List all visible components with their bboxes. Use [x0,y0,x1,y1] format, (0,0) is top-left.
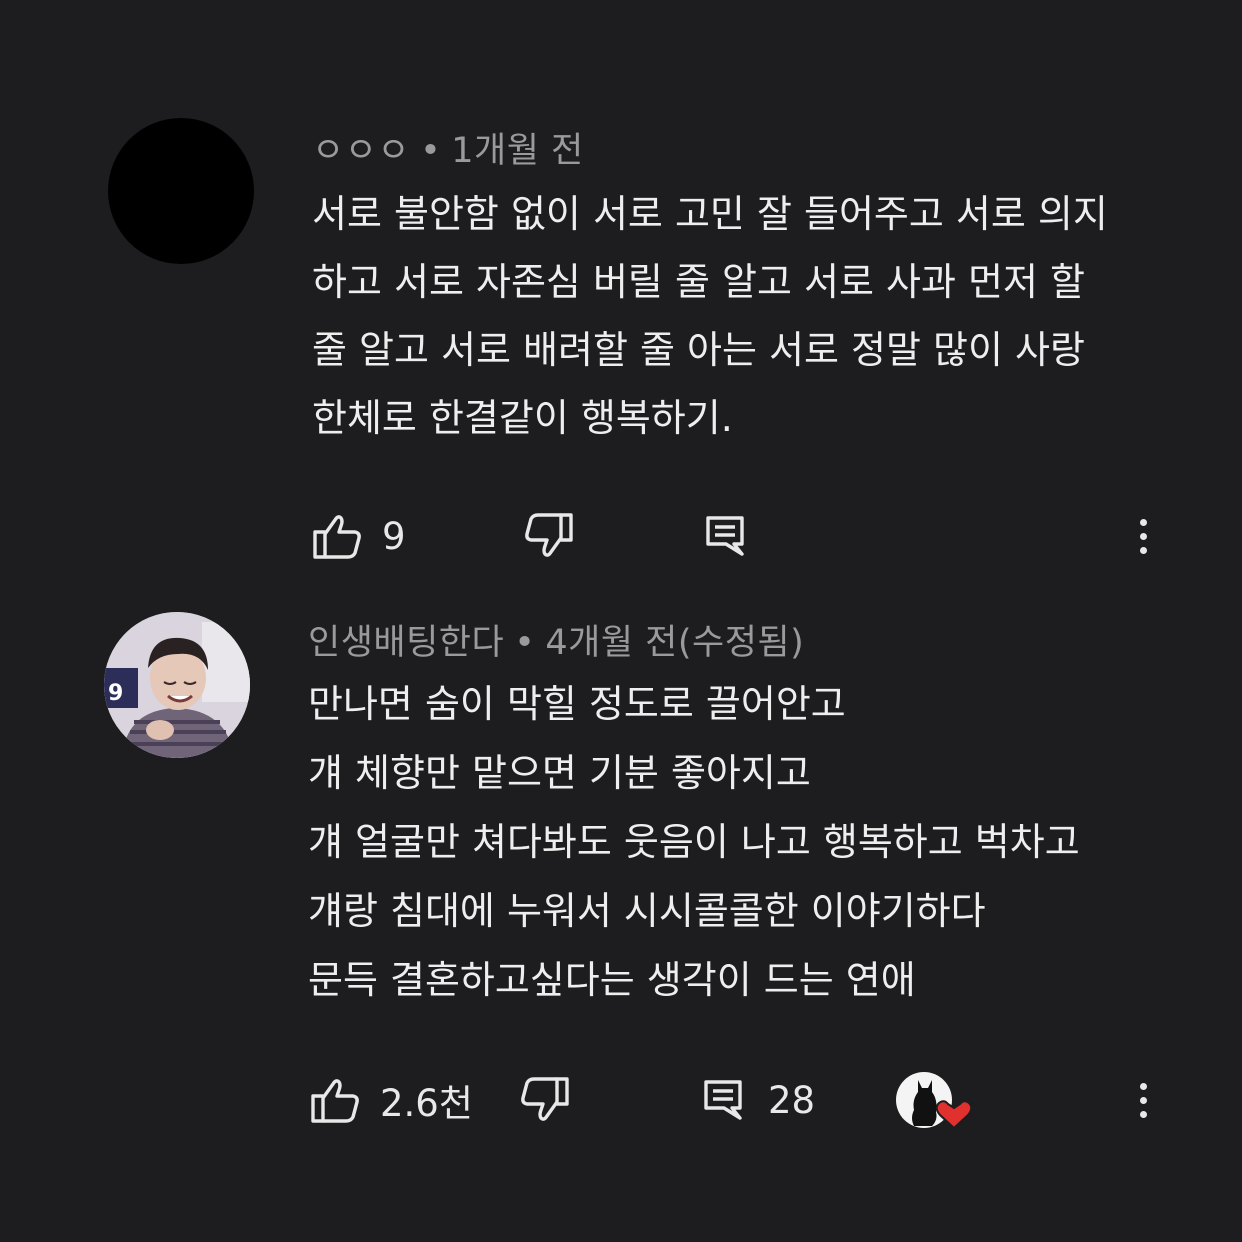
meta-separator: • [514,623,536,663]
comment-line: 하고 서로 자존심 버릴 줄 알고 서로 사과 먼저 할 [312,260,1085,304]
reply-button[interactable] [704,506,748,566]
meta-separator: • [420,131,442,171]
author-name[interactable]: ㅇㅇㅇ [312,131,410,171]
like-button[interactable]: 9 [312,506,406,566]
more-vertical-icon [1139,518,1147,526]
author-name[interactable]: 인생배팅한다 [308,623,504,663]
like-count: 2.6천 [380,1082,473,1125]
more-vertical-icon [1139,1082,1147,1090]
comment-meta: ㅇㅇㅇ • 1개월 전 [312,122,584,173]
comment-line: 만나면 숨이 막힐 정도로 끌어안고 [308,682,846,726]
thumbs-up-icon [310,1076,366,1124]
thumbs-up-icon [312,512,368,560]
thumbs-down-icon [518,512,574,560]
reply-count: 28 [768,1078,816,1122]
dislike-button[interactable] [518,506,574,566]
creator-heart-badge [892,1070,973,1130]
reply-icon [702,1076,746,1124]
comment-line: 서로 불안함 없이 서로 고민 잘 들어주고 서로 의지 [312,192,1108,236]
comment-meta: 인생배팅한다 • 4개월 전(수정됨) [308,614,804,665]
more-options-button[interactable] [1133,1070,1153,1130]
avatar[interactable]: 9 [104,612,250,758]
comment-time: 1개월 전 [451,131,584,171]
comment-text: 서로 불안함 없이 서로 고민 잘 들어주고 서로 의지 하고 서로 자존심 버… [312,180,1108,452]
thumbs-down-icon [514,1076,570,1124]
comment-line: 걔 얼굴만 쳐다봐도 웃음이 나고 행복하고 벅차고 [308,820,1080,864]
reply-button[interactable]: 28 [702,1070,815,1130]
reply-icon [704,512,748,560]
comment-line: 걔랑 침대에 누워서 시시콜콜한 이야기하다 [308,889,986,933]
comment-text: 만나면 숨이 막힐 정도로 끌어안고 걔 체향만 맡으면 기분 좋아지고 걔 얼… [308,670,1080,1015]
comment-line: 줄 알고 서로 배려할 줄 아는 서로 정말 많이 사랑 [312,328,1085,372]
creator-heart-icon [892,1072,973,1136]
svg-text:9: 9 [108,681,123,706]
comment-time: 4개월 전(수정됨) [545,623,805,663]
comment-line: 걔 체향만 맡으면 기분 좋아지고 [308,751,811,795]
avatar[interactable] [108,118,254,264]
comment-line: 문득 결혼하고싶다는 생각이 드는 연애 [308,958,916,1002]
like-count: 9 [382,514,406,558]
more-options-button[interactable] [1133,506,1153,566]
like-button[interactable]: 2.6천 [310,1070,473,1130]
comment-line: 한체로 한결같이 행복하기. [312,396,733,440]
dislike-button[interactable] [514,1070,570,1130]
